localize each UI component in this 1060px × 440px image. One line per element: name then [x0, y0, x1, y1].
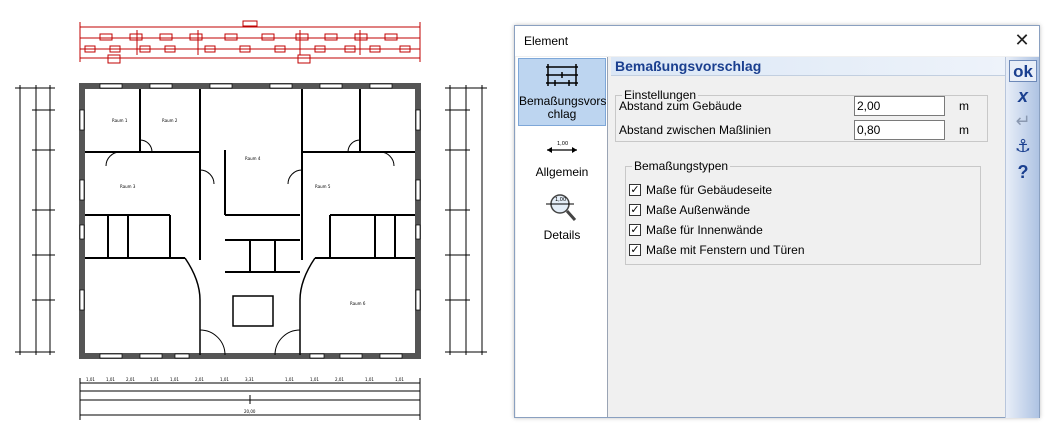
checkbox-label: Maße für Gebäudeseite [646, 183, 773, 197]
dialog-content: Bemaßungsvorschlag Einstellungen Abstand… [611, 57, 1006, 417]
ok-button[interactable]: ok [1009, 60, 1037, 82]
checkbox-checked-icon[interactable]: ✓ [629, 244, 641, 256]
dialog-sidebar: Bemaßungsvors chlag 1,00 Allgemein 1,00 … [516, 57, 608, 417]
dim-label: 1,01 [170, 377, 179, 382]
dim-label: 1,01 [285, 377, 294, 382]
room-label: Raum 2 [162, 118, 178, 123]
nav-item-details[interactable]: 1,00 Details [518, 190, 606, 246]
nav-item-bemassungsvorschlag[interactable]: Bemaßungsvors chlag [518, 58, 606, 126]
dialog-toolbar: ok x ↵ ⚓ ? [1005, 57, 1039, 418]
help-button[interactable]: ? [1009, 161, 1037, 183]
checkbox-label: Maße mit Fenstern und Türen [646, 243, 805, 257]
room-label: Raum 4 [245, 156, 261, 161]
bemassungstypen-legend: Bemaßungstypen [634, 159, 729, 173]
abstand-masslinien-input[interactable] [854, 120, 945, 140]
dim-label: 2,01 [126, 377, 135, 382]
checkbox-label: Maße Außenwände [646, 203, 751, 217]
abstand-gebaeude-input[interactable] [854, 96, 945, 116]
checkbox-checked-icon[interactable]: ✓ [629, 204, 641, 216]
element-dialog: Element ✕ Bemaßungsvors chlag 1,00 Allge… [514, 25, 1040, 418]
room-label: Raum 3 [120, 184, 136, 189]
room-label: Raum 5 [315, 184, 331, 189]
abstand-gebaeude-label: Abstand zum Gebäude [619, 99, 742, 113]
building-walls [79, 83, 421, 359]
room-label: Raum 6 [350, 301, 366, 306]
dim-label: 1,01 [220, 377, 229, 382]
abstand-gebaeude-row: Abstand zum Gebäude m [619, 96, 979, 116]
dim-total-label: 20,00 [244, 409, 256, 414]
dim-label: 1,01 [106, 377, 115, 382]
dim-label: 1,01 [86, 377, 95, 382]
magnifier-icon: 1,00 [546, 194, 577, 221]
dim-label: 2,01 [195, 377, 204, 382]
cancel-button[interactable]: x [1009, 85, 1037, 107]
close-icon[interactable]: ✕ [1011, 30, 1033, 52]
dialog-title: Element [524, 34, 569, 48]
top-dimension-lines [79, 20, 421, 64]
unit-label: m [959, 99, 969, 113]
checkbox-checked-icon[interactable]: ✓ [629, 184, 641, 196]
dim-label: 1,01 [395, 377, 404, 382]
dialog-titlebar[interactable]: Element ✕ [515, 26, 1039, 56]
svg-text:1,00: 1,00 [557, 141, 568, 147]
unit-label: m [959, 123, 969, 137]
nav-item-label: Details [543, 228, 581, 242]
anchor-icon[interactable]: ⚓ [1009, 135, 1037, 157]
dim-label: 1,01 [365, 377, 374, 382]
floor-plan-canvas[interactable]: 1,01 1,01 2,01 1,01 1,01 2,01 1,01 3,31 … [0, 0, 500, 440]
nav-item-label: Allgemein [535, 165, 589, 179]
apply-icon[interactable]: ↵ [1009, 110, 1037, 132]
checkbox-checked-icon[interactable]: ✓ [629, 224, 641, 236]
dimension-proposal-icon [546, 64, 578, 86]
room-label: Raum 1 [112, 118, 128, 123]
nav-item-allgemein[interactable]: 1,00 Allgemein [518, 139, 606, 185]
dim-label: 1,01 [310, 377, 319, 382]
dim-label: 1,01 [150, 377, 159, 382]
dim-label: 3,31 [245, 377, 254, 382]
nav-item-label: chlag [547, 107, 577, 121]
left-dimension-lines [15, 85, 55, 355]
abstand-masslinien-label: Abstand zwischen Maßlinien [619, 123, 772, 137]
checkbox-label: Maße für Innenwände [646, 223, 763, 237]
dim-label: 2,01 [335, 377, 344, 382]
section-header: Bemaßungsvorschlag [611, 57, 1006, 76]
dimension-line-icon: 1,00 [547, 141, 577, 153]
right-dimension-lines [445, 85, 487, 355]
abstand-masslinien-row: Abstand zwischen Maßlinien m [619, 120, 979, 140]
svg-text:1,00: 1,00 [555, 197, 566, 203]
